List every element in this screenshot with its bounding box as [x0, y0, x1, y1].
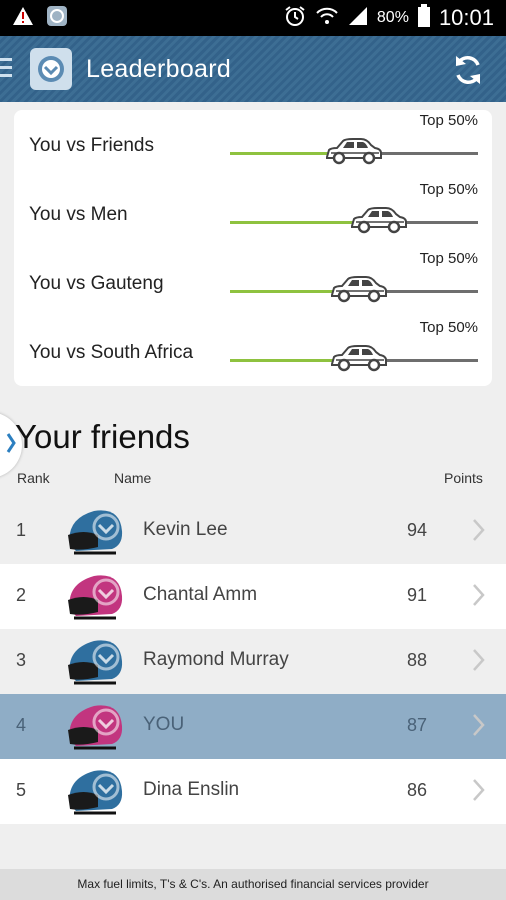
status-bar: 80% 10:01: [0, 0, 506, 36]
page-title: Leaderboard: [86, 55, 232, 83]
app-bar: Leaderboard: [0, 36, 506, 102]
friend-name: Raymond Murray: [143, 649, 289, 670]
car-icon: [323, 137, 383, 167]
section-title: Your friends: [15, 418, 190, 455]
friend-row[interactable]: 5 Dina Enslin 86: [0, 759, 506, 824]
friend-name: YOU: [143, 714, 185, 735]
column-header-points: Points: [444, 470, 483, 486]
chevron-right-icon[interactable]: [472, 583, 486, 607]
helmet-avatar-icon: [64, 505, 126, 557]
comparison-row[interactable]: You vs Gauteng Top 50%: [14, 248, 492, 317]
friend-points: 94: [407, 520, 428, 540]
warning-icon: [12, 6, 34, 31]
comparison-row[interactable]: You vs South Africa Top 50%: [14, 317, 492, 386]
column-header-rank: Rank: [17, 470, 50, 486]
column-header-name: Name: [114, 470, 152, 486]
progress-fill: [230, 221, 364, 224]
car-icon: [348, 206, 408, 236]
friend-name: Chantal Amm: [143, 584, 258, 605]
comparison-label: You vs South Africa: [29, 342, 194, 363]
comparison-rank: Top 50%: [419, 319, 478, 336]
friend-row-you[interactable]: 4 YOU 87: [0, 694, 506, 759]
comparison-row[interactable]: You vs Men Top 50%: [14, 179, 492, 248]
logo-icon[interactable]: [30, 48, 72, 90]
chevron-right-icon[interactable]: [472, 713, 486, 737]
friend-rank: 2: [16, 585, 27, 605]
friend-points: 88: [407, 650, 428, 670]
comparison-card: You vs Friends Top 50% You vs Men Top 50…: [14, 110, 492, 386]
comparison-label: You vs Friends: [29, 135, 154, 156]
comparison-row[interactable]: You vs Friends Top 50%: [14, 110, 492, 179]
comparison-label: You vs Gauteng: [29, 273, 164, 294]
friend-points: 86: [407, 780, 428, 800]
progress-fill: [230, 359, 345, 362]
wifi-icon: [315, 5, 339, 32]
friend-name: Dina Enslin: [143, 779, 240, 800]
helmet-avatar-icon: [64, 700, 126, 752]
refresh-icon[interactable]: [450, 52, 486, 88]
chevron-right-icon[interactable]: [472, 778, 486, 802]
friend-row[interactable]: 2 Chantal Amm 91: [0, 564, 506, 629]
friend-rank: 5: [16, 780, 27, 800]
signal-icon: [347, 5, 369, 32]
friend-rank: 3: [16, 650, 27, 670]
comparison-rank: Top 50%: [419, 250, 478, 267]
helmet-avatar-icon: [64, 765, 126, 817]
comparison-rank: Top 50%: [419, 181, 478, 198]
comparison-label: You vs Men: [29, 204, 128, 225]
friend-rank: 4: [16, 715, 27, 735]
chevron-right-icon[interactable]: [472, 648, 486, 672]
clock: 10:01: [438, 5, 494, 30]
comparison-rank: Top 50%: [419, 112, 478, 129]
friend-row[interactable]: 1 Kevin Lee 94: [0, 499, 506, 564]
alarm-icon: [283, 4, 307, 33]
app-notification-icon: [46, 5, 68, 32]
battery-icon: [417, 3, 431, 33]
chevron-right-icon[interactable]: [472, 518, 486, 542]
car-icon: [328, 344, 388, 374]
friend-row[interactable]: 3 Raymond Murray 88: [0, 629, 506, 694]
friend-name: Kevin Lee: [143, 519, 228, 540]
battery-percent: 80%: [376, 9, 409, 26]
friend-points: 91: [407, 585, 428, 605]
footer-disclaimer: Max fuel limits, T's & C's. An authorise…: [0, 869, 506, 900]
friend-points: 87: [407, 715, 428, 735]
helmet-avatar-icon: [64, 570, 126, 622]
helmet-avatar-icon: [64, 635, 126, 687]
menu-icon[interactable]: [0, 58, 12, 82]
friends-list: 1 Kevin Lee 94 2 Chantal Amm 91 3 Raymon…: [0, 499, 506, 824]
friend-rank: 1: [16, 520, 27, 540]
progress-fill: [230, 290, 345, 293]
car-icon: [328, 275, 388, 305]
